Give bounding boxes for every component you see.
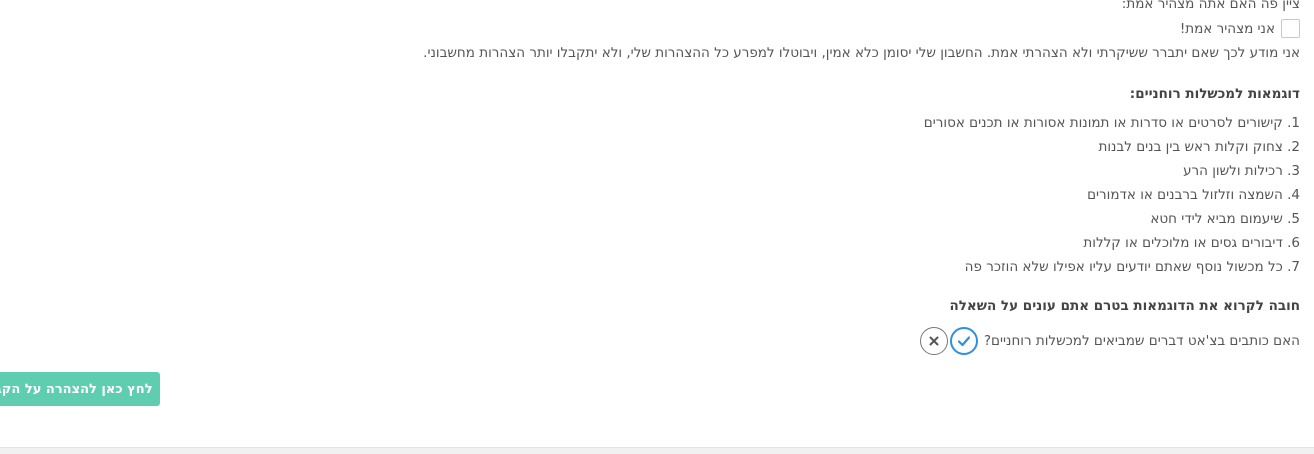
answer-yes-button[interactable]: [949, 327, 978, 355]
examples-list: 1. קישורים לסרטים או סדרות או תמונות אסו…: [924, 114, 1300, 282]
truth-checkbox[interactable]: [1281, 19, 1300, 38]
examples-heading: דוגמאות למכשלות רוחניים:: [1129, 86, 1300, 102]
list-item: 7. כל מכשול נוסף שאתם יודעים עליו אפילו …: [964, 259, 1300, 275]
answer-no-button[interactable]: [919, 327, 948, 355]
list-item: 5. שיעמום מביא לידי חטא: [1150, 211, 1300, 227]
check-icon: [957, 336, 970, 347]
truth-checkbox-row[interactable]: אני מצהיר אמת!: [1180, 19, 1300, 38]
list-item: 2. צחוק וקלות ראש בין בנים לבנות: [1098, 139, 1300, 155]
question-row: האם כותבים בצ'אט דברים שמביאים למכשלות ר…: [919, 327, 1300, 355]
declare-group-button[interactable]: לחץ כאן להצהרה על הקבוצה: [0, 372, 160, 406]
truth-checkbox-label[interactable]: אני מצהיר אמת!: [1180, 21, 1275, 37]
list-item: 1. קישורים לסרטים או סדרות או תמונות אסו…: [923, 115, 1300, 131]
declaration-notice: אני מודע לכך שאם יתברר ששיקרתי ולא הצהרת…: [423, 45, 1300, 61]
answer-buttons: [919, 327, 978, 355]
must-read-notice: חובה לקרוא את הדוגמאות בטרם אתם עונים על…: [949, 298, 1300, 314]
list-item: 3. רכילות ולשון הרע: [1183, 163, 1300, 179]
close-icon: [929, 336, 939, 346]
question-text: האם כותבים בצ'אט דברים שמביאים למכשלות ר…: [983, 333, 1300, 349]
declaration-prompt: ציין פה האם אתה מצהיר אמת:: [1121, 0, 1300, 12]
list-item: 6. דיבורים גסים או מלוכלים או קללות: [1083, 235, 1300, 251]
list-item: 4. השמצה וזלזול ברבנים או אדמורים: [1087, 187, 1300, 203]
